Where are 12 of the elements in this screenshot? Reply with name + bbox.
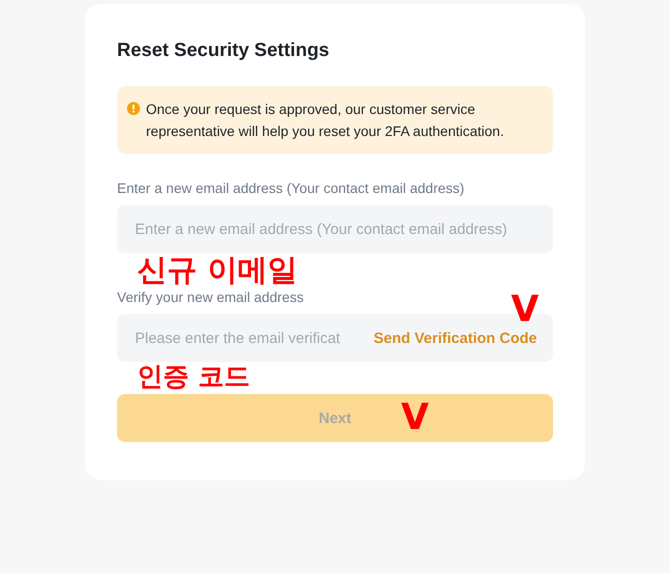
email-input[interactable]: Enter a new email address (Your contact email address) — [133, 220, 537, 238]
warning-icon — [127, 102, 140, 115]
annotation-text: 신규 이메일 — [137, 256, 298, 286]
page-title: Reset Security Settings — [117, 40, 330, 62]
code-input[interactable]: Please enter the email verificat — [133, 328, 374, 348]
email-field[interactable]: Enter a new email address (Your contact email address) — [117, 205, 553, 253]
annotation-text: 인증 코드 — [137, 364, 250, 390]
field-label: Verify your new email address — [117, 289, 305, 305]
check-mark-annotation: V — [401, 400, 429, 436]
notice-text: Once your request is approved, our customer service representative will help you reset your 2FA authentication. — [146, 100, 505, 141]
send-code-link[interactable]: Send Verification Code — [374, 330, 537, 346]
field-label: Enter a new email address (Your contact email address) — [117, 180, 466, 196]
